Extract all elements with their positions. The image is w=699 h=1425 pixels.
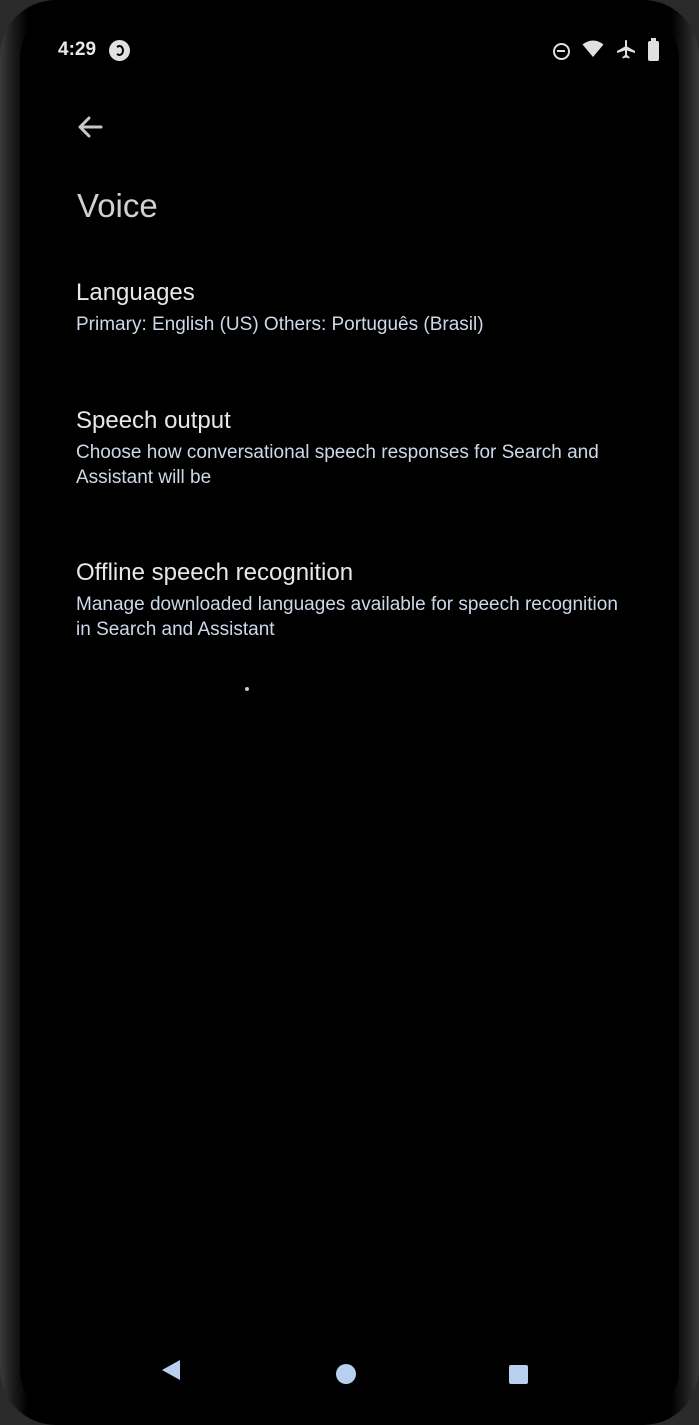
back-button[interactable]: [66, 105, 114, 153]
phone-frame: 4:29 Voice Languages Primary: English (U…: [0, 0, 699, 1425]
battery-icon: [648, 38, 659, 61]
setting-title: Languages: [76, 279, 195, 306]
arrow-back-icon: [76, 113, 104, 146]
setting-summary: Choose how conversational speech respons…: [76, 442, 599, 488]
nav-home-button[interactable]: [329, 1357, 363, 1391]
nav-recents-square-icon: [508, 1364, 528, 1384]
page-title: Voice: [77, 187, 158, 224]
languages-setting[interactable]: Languages Primary: English (US) Others: …: [76, 278, 621, 337]
nav-back-button[interactable]: [153, 1354, 189, 1390]
nav-recents-button[interactable]: [500, 1356, 536, 1392]
nav-home-circle-icon: [336, 1364, 356, 1384]
app-notification-icon: [109, 40, 130, 61]
airplane-icon: [616, 39, 636, 64]
scroll-indicator-dot: [245, 687, 249, 691]
status-time: 4:29: [58, 39, 97, 60]
setting-title: Speech output: [76, 407, 231, 434]
do-not-disturb-icon: [553, 42, 570, 60]
setting-summary: Primary: English (US) Others: Português …: [76, 314, 484, 335]
navigation-bar: [20, 1324, 679, 1414]
speech-output-setting[interactable]: Speech output Choose how conversational …: [76, 406, 621, 490]
wifi-icon: [582, 40, 604, 63]
screen: 4:29 Voice Languages Primary: English (U…: [20, 14, 679, 1414]
nav-back-triangle-icon: [160, 1358, 182, 1387]
status-icons: [553, 38, 659, 64]
offline-speech-recognition-setting[interactable]: Offline speech recognition Manage downlo…: [76, 558, 621, 642]
setting-title: Offline speech recognition: [76, 559, 354, 586]
setting-summary: Manage downloaded languages available fo…: [76, 594, 618, 640]
status-bar: 4:29: [20, 14, 679, 84]
